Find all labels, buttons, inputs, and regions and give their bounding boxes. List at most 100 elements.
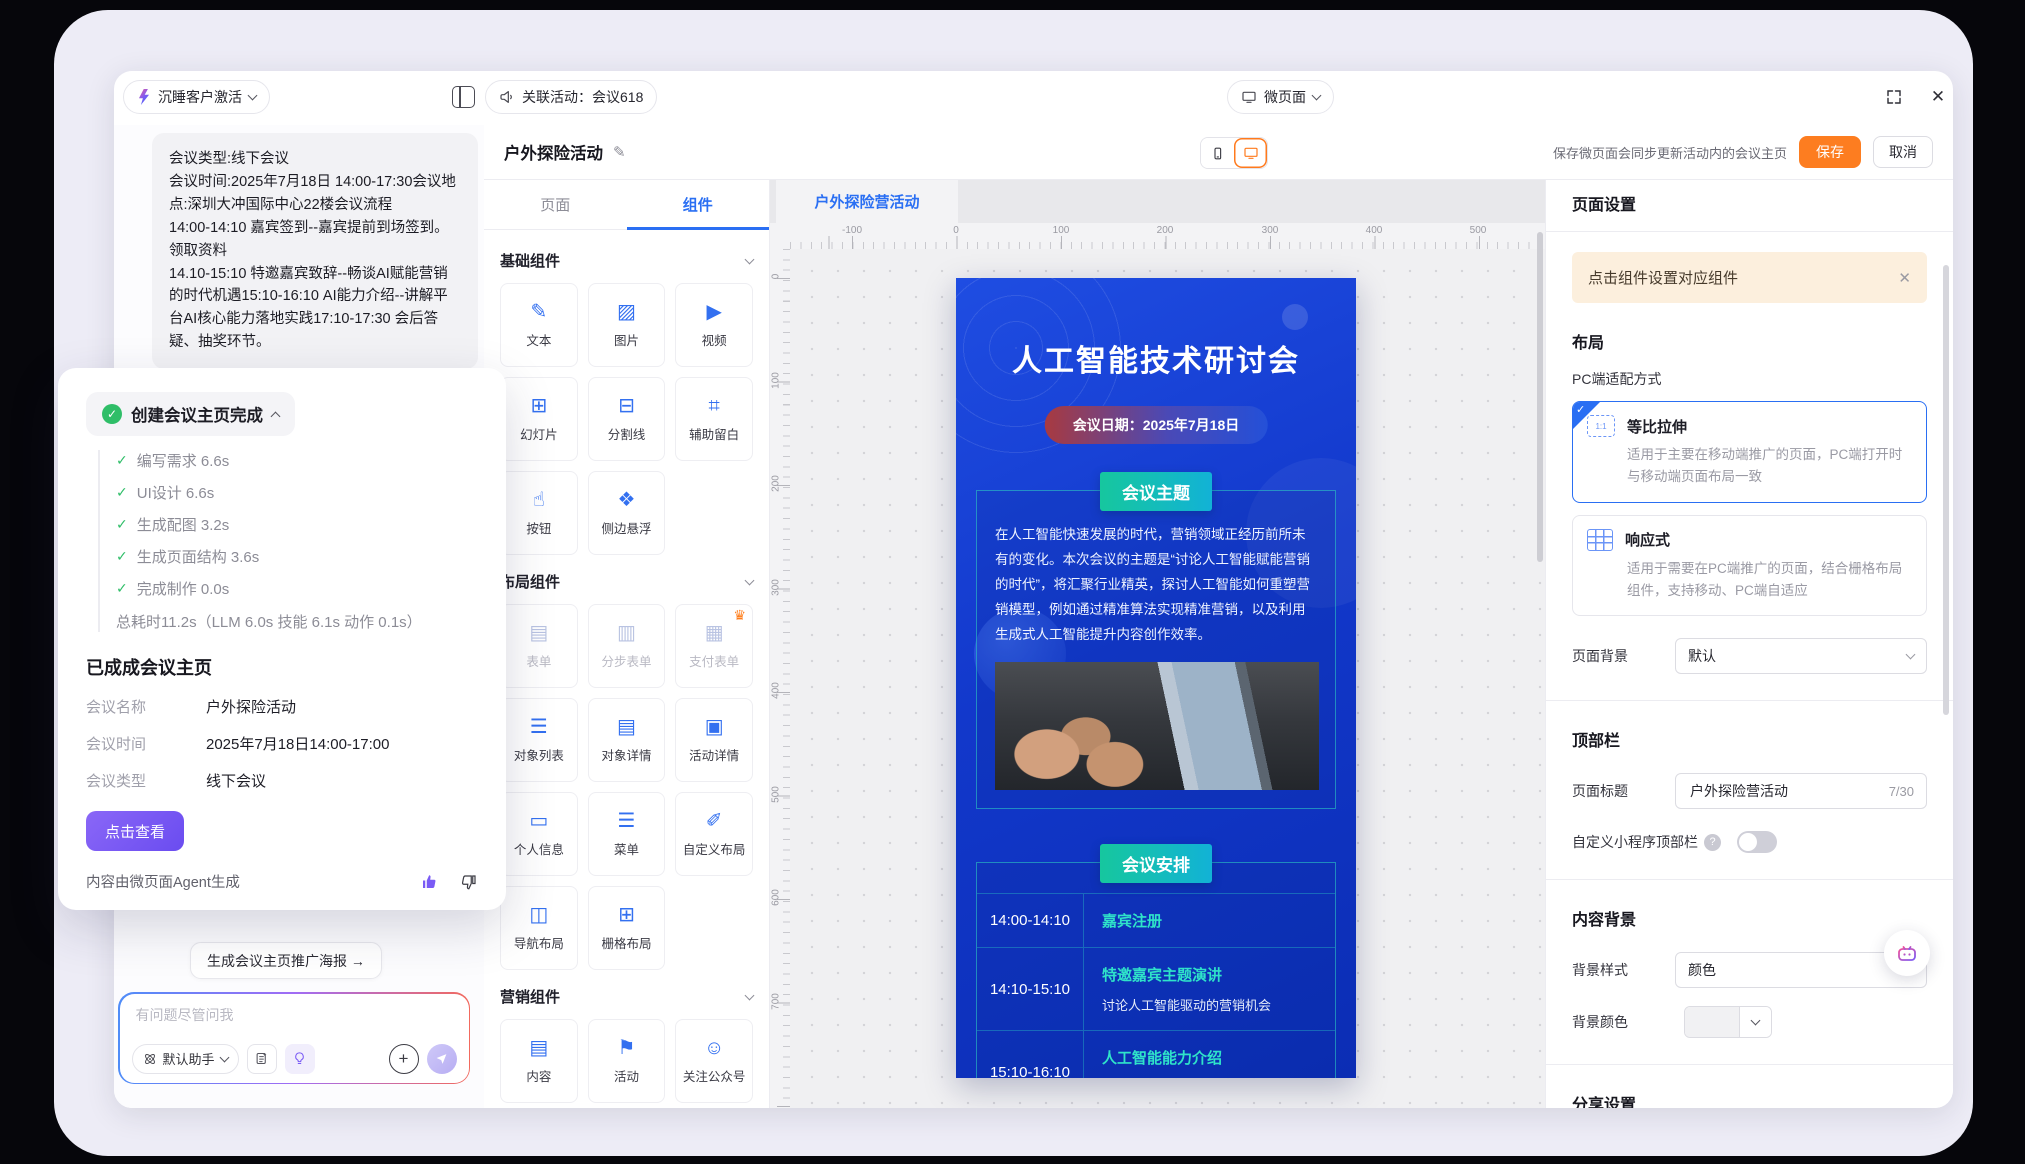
page-title-input[interactable] [1688, 782, 1838, 800]
page-type-selector[interactable]: 微页面 [1227, 80, 1334, 114]
chevron-down-icon [745, 575, 755, 585]
option-scale-stretch[interactable]: ✓ 1:1 等比拉伸 适用于主要在移动端推广的页面，PC端打开时与移动端页面布局… [1572, 401, 1927, 503]
custom-topbar-toggle[interactable] [1737, 831, 1777, 853]
profile-icon: ▭ [529, 811, 548, 831]
component-image[interactable]: ▨图片 [588, 283, 666, 367]
canvas-scrollbar[interactable] [1537, 232, 1543, 562]
grid-layout-icon: ⊞ [618, 905, 635, 925]
task-summary: 总耗时11.2s（LLM 6.0s 技能 6.1s 动作 0.1s） [116, 611, 478, 632]
ruler-corner [770, 223, 790, 249]
component-button[interactable]: ☝按钮 [500, 471, 578, 555]
component-custom-layout[interactable]: ✐自定义布局 [675, 792, 753, 876]
page-bg-select[interactable]: 默认 [1675, 638, 1927, 674]
task-step: ✓完成制作 0.0s [116, 578, 478, 599]
cancel-button[interactable]: 取消 [1873, 136, 1933, 168]
chat-input[interactable] [134, 1006, 455, 1024]
check-icon: ✓ [116, 484, 128, 501]
section-basic-components[interactable]: 基础组件 [500, 250, 753, 271]
desktop-preview-button[interactable] [1234, 138, 1267, 168]
component-video[interactable]: ▶视频 [675, 283, 753, 367]
result-heading: 已成成会议主页 [86, 654, 478, 680]
share-heading: 分享设置 [1572, 1091, 1927, 1108]
chevron-down-icon [1739, 1007, 1771, 1037]
component-text[interactable]: ✎文本 [500, 283, 578, 367]
chevron-down-icon [219, 1052, 229, 1062]
component-content[interactable]: ▤内容 [500, 1019, 578, 1103]
fullscreen-icon[interactable] [1883, 86, 1905, 108]
save-button[interactable]: 保存 [1799, 136, 1861, 168]
component-menu[interactable]: ☰菜单 [588, 792, 666, 876]
tab-components[interactable]: 组件 [627, 180, 770, 229]
design-canvas[interactable]: 户外探险营活动 -100 0 100 200 300 400 500 0 100… [770, 180, 1545, 1108]
sidebar-toggle-icon[interactable] [452, 86, 475, 108]
page-title-label: 页面标题 [1572, 781, 1628, 801]
active-tab-underline [627, 227, 770, 230]
component-activity-detail[interactable]: ▣活动详情 [675, 698, 753, 782]
mobile-preview-button[interactable] [1201, 138, 1234, 168]
bg-color-select[interactable] [1684, 1006, 1772, 1038]
inspiration-button[interactable] [285, 1044, 315, 1074]
pay-form-icon: ▦ [705, 623, 724, 643]
component-form[interactable]: ▤表单 [500, 604, 578, 688]
prompt-template-button[interactable] [247, 1044, 277, 1074]
tab-pages[interactable]: 页面 [484, 180, 627, 229]
task-status[interactable]: ✓ 创建会议主页完成 [86, 392, 295, 436]
component-side-float[interactable]: ❖侧边悬浮 [588, 471, 666, 555]
canvas-grid[interactable]: 人工智能技术研讨会 会议日期：2025年7月18日 会议主题 在人工智能快速发展… [790, 249, 1545, 1108]
component-activity[interactable]: ⚑活动 [588, 1019, 666, 1103]
add-attachment-button[interactable]: + [389, 1044, 419, 1074]
editor-header: 户外探险活动 ✎ 保存微页面会同步更新活动内的会议主页 保存 取消 [484, 125, 1953, 180]
activity-detail-icon: ▣ [705, 717, 724, 737]
spacer-icon: ⌗ [709, 396, 720, 416]
section-layout-components[interactable]: 布局组件 [500, 571, 753, 592]
task-step: ✓生成配图 3.2s [116, 514, 478, 535]
agent-selector-label: 沉睡客户激活 [158, 87, 242, 107]
suggestion-chip[interactable]: 生成会议主页推广海报 → [190, 942, 382, 979]
task-step: ✓生成页面结构 3.6s [116, 546, 478, 567]
meeting-photo [995, 662, 1319, 790]
settings-scrollbar[interactable] [1943, 265, 1949, 715]
chevron-down-icon [745, 990, 755, 1000]
option-responsive[interactable]: 响应式 适用于需要在PC端推广的页面，结合栅格布局组件，支持移动、PC端自适应 [1572, 515, 1927, 617]
notice-close-icon[interactable]: ✕ [1898, 269, 1911, 287]
component-profile[interactable]: ▭个人信息 [500, 792, 578, 876]
assistant-label: 默认助手 [163, 1049, 215, 1068]
component-grid-layout[interactable]: ⊞栅格布局 [588, 886, 666, 970]
settings-notice: 点击组件设置对应组件 ✕ [1572, 252, 1927, 303]
divider [1546, 1064, 1953, 1065]
component-step-form[interactable]: ▥分步表单 [588, 604, 666, 688]
section-marketing-components[interactable]: 营销组件 [500, 986, 753, 1007]
agent-selector[interactable]: 沉睡客户激活 [123, 80, 270, 114]
component-object-list[interactable]: ☰对象列表 [500, 698, 578, 782]
video-icon: ▶ [706, 302, 721, 322]
assistant-selector[interactable]: 默认助手 [132, 1044, 239, 1074]
component-object-detail[interactable]: ▤对象详情 [588, 698, 666, 782]
component-follow-account[interactable]: ☺关注公众号 [675, 1019, 753, 1103]
edit-pencil-icon[interactable]: ✎ [613, 143, 626, 161]
result-field: 会议时间 2025年7月18日14:00-17:00 [86, 733, 478, 754]
topic-section: 会议主题 在人工智能快速发展的时代，营销领域正经历前所未有的变化。本次会议的主题… [976, 490, 1336, 809]
chat-message: 会议类型:线下会议 会议时间:2025年7月18日 14:00-17:30会议地… [152, 133, 478, 369]
component-divider[interactable]: ⊟分割线 [588, 377, 666, 461]
preview-title: 人工智能技术研讨会 [956, 336, 1356, 380]
menu-icon: ☰ [618, 811, 636, 831]
assistant-fab[interactable] [1884, 930, 1930, 976]
component-nav-layout[interactable]: ◫导航布局 [500, 886, 578, 970]
layout-heading: 布局 [1572, 329, 1927, 353]
close-icon[interactable]: ✕ [1927, 86, 1949, 108]
component-slides[interactable]: ⊞幻灯片 [500, 377, 578, 461]
related-activity-chip[interactable]: 关联活动：会议618 [485, 80, 657, 114]
help-icon[interactable]: ? [1704, 834, 1721, 851]
send-button[interactable] [427, 1044, 457, 1074]
clipboard-icon [254, 1051, 269, 1066]
thumbs-up-icon[interactable] [420, 873, 438, 891]
view-page-button[interactable]: 点击查看 [86, 811, 184, 851]
atom-icon [143, 1052, 157, 1066]
content-bg-heading: 内容背景 [1572, 906, 1927, 930]
mobile-page-preview[interactable]: 人工智能技术研讨会 会议日期：2025年7月18日 会议主题 在人工智能快速发展… [956, 278, 1356, 1078]
component-pay-form[interactable]: ♛▦支付表单 [675, 604, 753, 688]
component-spacer[interactable]: ⌗辅助留白 [675, 377, 753, 461]
topic-text: 在人工智能快速发展的时代，营销领域正经历前所未有的变化。本次会议的主题是“讨论人… [995, 523, 1317, 648]
thumbs-down-icon[interactable] [460, 873, 478, 891]
canvas-tab-active[interactable]: 户外探险营活动 [776, 180, 958, 223]
